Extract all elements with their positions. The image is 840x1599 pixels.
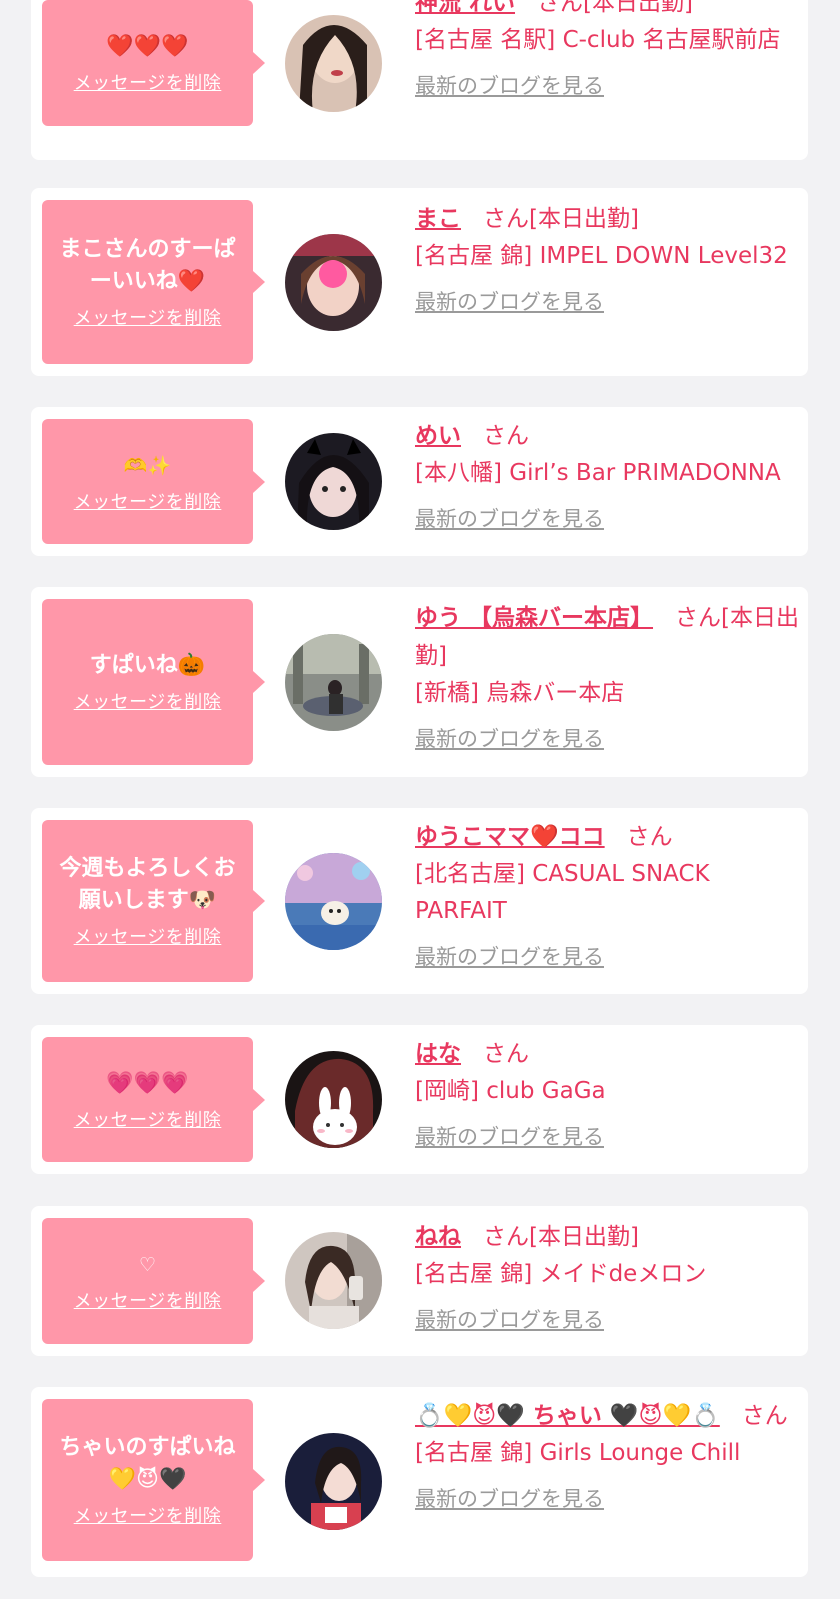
delete-message-link[interactable]: メッセージを削除 (74, 1502, 222, 1528)
cast-name-link[interactable]: 神流 れい (415, 0, 515, 16)
shop-name: [新橋] 烏森バー本店 (415, 680, 625, 706)
cast-name-link[interactable]: ゆうこママ❤️ココ (415, 824, 605, 850)
attendance-status: [本日出勤] (583, 0, 693, 16)
cast-name-link[interactable]: はな (415, 1041, 461, 1067)
message-bubble: まこさんのすーぱーいいね❤️ メッセージを削除 (42, 200, 265, 364)
avatar[interactable] (285, 1433, 382, 1530)
shop-name: [岡崎] club GaGa (415, 1078, 606, 1104)
avatar[interactable] (285, 1051, 382, 1148)
delete-message-link[interactable]: メッセージを削除 (74, 1287, 222, 1313)
delete-message-link[interactable]: メッセージを削除 (74, 688, 222, 714)
attendance-status: [本日出勤] (529, 206, 639, 232)
message-bubble: 今週もよろしくお願いします🐶 メッセージを削除 (42, 820, 265, 982)
message-text: 今週もよろしくお願いします🐶 (59, 856, 236, 913)
latest-blog-link[interactable]: 最新のブログを見る (415, 1301, 604, 1339)
shop-name: [北名古屋] CASUAL SNACK PARFAIT (415, 861, 710, 924)
shop-name: [名古屋 錦] IMPEL DOWN Level32 (415, 243, 788, 269)
cast-info: ねね さん[本日出勤] [名古屋 錦] メイドdeメロン 最新のブログを見る (415, 1218, 800, 1339)
delete-message-link[interactable]: メッセージを削除 (74, 923, 222, 949)
latest-blog-link[interactable]: 最新のブログを見る (415, 720, 604, 758)
cast-info: はな さん [岡崎] club GaGa 最新のブログを見る (415, 1035, 800, 1156)
cast-info: めい さん [本八幡] Girl’s Bar PRIMADONNA 最新のブログを… (415, 417, 800, 538)
attendance-status: [本日出勤] (529, 1224, 639, 1250)
shop-name: [名古屋 錦] メイドdeメロン (415, 1261, 707, 1287)
avatar[interactable] (285, 853, 382, 950)
message-text: ちゃいのすぱいね💛😈🖤 (59, 1435, 236, 1492)
san-suffix: さん (483, 1224, 529, 1250)
message-bubble: 💗💗💗 メッセージを削除 (42, 1037, 265, 1162)
message-card: まこさんのすーぱーいいね❤️ メッセージを削除 まこ さん[本日出勤] [名古屋 … (31, 188, 808, 376)
san-suffix: さん (537, 0, 584, 16)
message-card: ちゃいのすぱいね💛😈🖤 メッセージを削除 💍💛😈🖤 ちゃい 🖤😈💛💍 さん [名古… (31, 1387, 808, 1577)
delete-message-link[interactable]: メッセージを削除 (74, 304, 222, 330)
cast-name-link[interactable]: ねね (415, 1224, 461, 1250)
message-bubble: 🫶✨ メッセージを削除 (42, 419, 265, 544)
message-bubble: ちゃいのすぱいね💛😈🖤 メッセージを削除 (42, 1399, 265, 1561)
shop-name: [名古屋 錦] Girls Lounge Chill (415, 1440, 741, 1466)
cast-name-link[interactable]: ゆう 【烏森バー本店】 (415, 605, 653, 631)
san-suffix: さん (741, 1403, 788, 1429)
cast-info: 💍💛😈🖤 ちゃい 🖤😈💛💍 さん [名古屋 錦] Girls Lounge Chi… (415, 1397, 800, 1518)
cast-info: 神流 れい さん[本日出勤] [名古屋 名駅] C-club 名古屋駅前店 最新の… (415, 0, 800, 105)
latest-blog-link[interactable]: 最新のブログを見る (415, 283, 604, 321)
message-text: ❤️❤️❤️ (106, 34, 189, 59)
message-bubble: ♡ メッセージを削除 (42, 1218, 265, 1344)
avatar[interactable] (285, 234, 382, 331)
message-text: 🫶✨ (123, 454, 172, 477)
message-card: すぱいね🎃 メッセージを削除 ゆう 【烏森バー本店】 さん[本日出勤] [新橋] … (31, 587, 808, 777)
cast-info: ゆう 【烏森バー本店】 さん[本日出勤] [新橋] 烏森バー本店 最新のブログを見… (415, 599, 800, 758)
cast-info: ゆうこママ❤️ココ さん [北名古屋] CASUAL SNACK PARFAIT … (415, 818, 800, 976)
san-suffix: さん (626, 824, 673, 850)
message-card: ❤️❤️❤️ メッセージを削除 神流 れい さん[本日出勤] [名古屋 名駅] C… (31, 0, 808, 160)
shop-name: [本八幡] Girl’s Bar PRIMADONNA (415, 460, 781, 486)
message-text: すぱいね🎃 (89, 653, 206, 678)
avatar[interactable] (285, 634, 382, 731)
delete-message-link[interactable]: メッセージを削除 (74, 69, 222, 95)
message-bubble: すぱいね🎃 メッセージを削除 (42, 599, 265, 765)
latest-blog-link[interactable]: 最新のブログを見る (415, 500, 604, 538)
latest-blog-link[interactable]: 最新のブログを見る (415, 1480, 604, 1518)
latest-blog-link[interactable]: 最新のブログを見る (415, 67, 604, 105)
cast-name-link[interactable]: 💍💛😈🖤 ちゃい 🖤😈💛💍 (415, 1403, 720, 1429)
message-card: 今週もよろしくお願いします🐶 メッセージを削除 ゆうこママ❤️ココ さん [北名古… (31, 808, 808, 994)
message-card: 💗💗💗 メッセージを削除 はな さん [岡崎] club GaGa 最新のブログを… (31, 1025, 808, 1174)
latest-blog-link[interactable]: 最新のブログを見る (415, 1118, 604, 1156)
message-text: 💗💗💗 (106, 1070, 189, 1096)
message-bubble: ❤️❤️❤️ メッセージを削除 (42, 0, 265, 126)
san-suffix: さん (675, 605, 722, 631)
avatar[interactable] (285, 433, 382, 530)
message-text: ♡ (138, 1254, 157, 1276)
san-suffix: さん (483, 1041, 529, 1067)
avatar[interactable] (285, 15, 382, 112)
avatar[interactable] (285, 1232, 382, 1329)
cast-info: まこ さん[本日出勤] [名古屋 錦] IMPEL DOWN Level32 最新… (415, 200, 800, 321)
shop-name: [名古屋 名駅] C-club 名古屋駅前店 (415, 27, 781, 53)
delete-message-link[interactable]: メッセージを削除 (74, 488, 222, 514)
san-suffix: さん (483, 206, 529, 232)
cast-name-link[interactable]: まこ (415, 206, 461, 232)
message-text: まこさんのすーぱーいいね❤️ (59, 237, 236, 294)
delete-message-link[interactable]: メッセージを削除 (74, 1106, 222, 1132)
cast-name-link[interactable]: めい (415, 423, 461, 449)
message-card: 🫶✨ メッセージを削除 めい さん [本八幡] Girl’s Bar PRIMAD… (31, 407, 808, 556)
message-card: ♡ メッセージを削除 ねね さん[本日出勤] [名古屋 錦] メイドdeメロン 最… (31, 1206, 808, 1356)
latest-blog-link[interactable]: 最新のブログを見る (415, 938, 604, 976)
san-suffix: さん (483, 423, 529, 449)
